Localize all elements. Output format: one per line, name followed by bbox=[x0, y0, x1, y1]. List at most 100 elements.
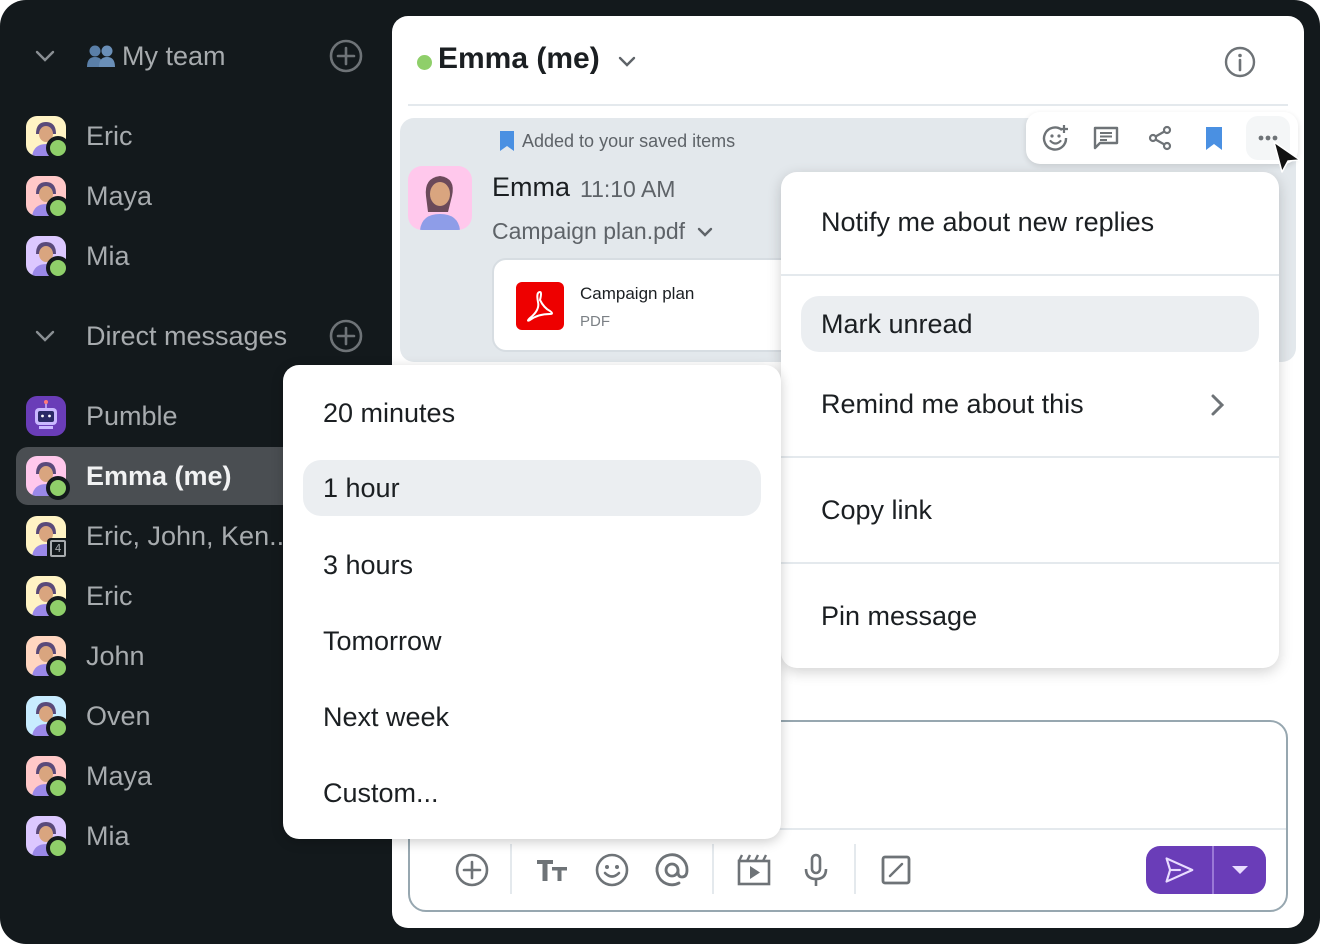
sidebar-item-label: Maya bbox=[86, 180, 153, 211]
file-label[interactable]: Campaign plan.pdf bbox=[492, 218, 715, 245]
saved-note: Added to your saved items bbox=[498, 130, 735, 152]
remind-option-custom[interactable]: Custom... bbox=[283, 765, 781, 821]
slash-command-button[interactable] bbox=[876, 850, 916, 890]
chevron-right-icon bbox=[1211, 394, 1225, 416]
add-circle-icon bbox=[455, 853, 489, 887]
section-my-team[interactable]: My team bbox=[0, 36, 392, 76]
saved-bookmark-button[interactable] bbox=[1196, 120, 1232, 156]
remind-option-3-hours[interactable]: 3 hours bbox=[283, 537, 781, 593]
avatar bbox=[26, 396, 66, 436]
bookmark-filled-icon bbox=[1206, 127, 1222, 150]
online-status-dot bbox=[46, 836, 70, 860]
share-icon bbox=[1148, 125, 1172, 151]
online-status-dot bbox=[46, 656, 70, 680]
online-status-dot bbox=[46, 716, 70, 740]
section-title: My team bbox=[86, 41, 226, 72]
remind-option-20-minutes[interactable]: 20 minutes bbox=[283, 385, 781, 441]
app-window: My team Eric Maya Mia Direct messages Pumb… bbox=[0, 0, 1320, 944]
sidebar-item-label: Eric bbox=[86, 120, 133, 151]
chevron-down-icon[interactable] bbox=[695, 224, 715, 240]
voice-message-button[interactable] bbox=[796, 850, 836, 890]
menu-item-copy-link[interactable]: Copy link bbox=[781, 482, 1279, 538]
text-format-icon bbox=[537, 860, 567, 881]
remind-submenu: 20 minutes 1 hour 3 hours Tomorrow Next … bbox=[283, 365, 781, 839]
video-clip-button[interactable] bbox=[734, 850, 774, 890]
remind-option-next-week[interactable]: Next week bbox=[283, 689, 781, 745]
add-reaction-icon bbox=[1042, 125, 1068, 151]
message-time: 11:10 AM bbox=[580, 176, 676, 202]
sidebar-item[interactable]: Maya bbox=[16, 167, 386, 225]
sidebar-item-label: Maya bbox=[86, 760, 153, 791]
menu-item-label: Notify me about new replies bbox=[821, 206, 1155, 237]
submenu-item-label: Tomorrow bbox=[323, 625, 442, 656]
people-emoji-icon bbox=[87, 45, 115, 67]
avatar[interactable] bbox=[408, 166, 472, 230]
reply-thread-button[interactable] bbox=[1088, 120, 1124, 156]
menu-item-remind-me[interactable]: Remind me about this bbox=[781, 376, 1279, 432]
submenu-item-label: Custom... bbox=[323, 777, 439, 808]
sidebar-item[interactable]: Mia bbox=[16, 227, 386, 285]
attach-button[interactable] bbox=[452, 850, 492, 890]
section-direct-messages[interactable]: Direct messages bbox=[0, 316, 392, 356]
send-button-group bbox=[1146, 846, 1266, 894]
add-circle-icon[interactable] bbox=[328, 318, 364, 354]
remind-option-1-hour[interactable]: 1 hour bbox=[303, 460, 761, 516]
sidebar-item-label: Pumble bbox=[86, 400, 178, 431]
text-format-button[interactable] bbox=[532, 850, 572, 890]
sidebar-item-label: Eric, John, Ken... bbox=[86, 520, 292, 551]
message-actions-toolbar bbox=[1026, 112, 1298, 164]
add-reaction-button[interactable] bbox=[1038, 120, 1074, 156]
menu-divider bbox=[781, 274, 1279, 276]
avatar-emma-icon bbox=[408, 166, 472, 230]
info-icon[interactable] bbox=[1223, 45, 1257, 79]
message-context-menu: Notify me about new replies Mark unread … bbox=[781, 172, 1279, 668]
send-button[interactable] bbox=[1146, 846, 1212, 894]
remind-option-tomorrow[interactable]: Tomorrow bbox=[283, 613, 781, 669]
mention-button[interactable] bbox=[652, 850, 692, 890]
menu-item-notify-replies[interactable]: Notify me about new replies bbox=[781, 194, 1279, 250]
video-clip-icon bbox=[737, 854, 771, 886]
message-author[interactable]: Emma bbox=[492, 172, 570, 203]
menu-divider bbox=[781, 456, 1279, 458]
submenu-item-label: Next week bbox=[323, 701, 450, 732]
group-count: 4 bbox=[50, 540, 66, 557]
caret-down-icon bbox=[1232, 866, 1248, 874]
toolbar-separator bbox=[854, 844, 856, 894]
online-status-dot bbox=[46, 596, 70, 620]
sidebar-item[interactable]: Eric bbox=[16, 107, 386, 165]
menu-divider bbox=[781, 562, 1279, 564]
sidebar-item-label: Mia bbox=[86, 240, 130, 271]
share-button[interactable] bbox=[1142, 120, 1178, 156]
submenu-item-label: 1 hour bbox=[323, 472, 400, 503]
file-type: PDF bbox=[580, 313, 610, 330]
online-status-dot bbox=[46, 136, 70, 160]
sidebar-item-label: John bbox=[86, 640, 145, 671]
microphone-icon bbox=[804, 853, 828, 886]
menu-item-pin-message[interactable]: Pin message bbox=[781, 588, 1279, 644]
chevron-down-icon[interactable] bbox=[34, 326, 56, 346]
send-icon bbox=[1165, 857, 1194, 883]
add-circle-icon[interactable] bbox=[328, 38, 364, 74]
comment-icon bbox=[1093, 126, 1119, 150]
send-options-button[interactable] bbox=[1214, 846, 1266, 894]
toolbar-separator bbox=[510, 844, 512, 894]
file-label-text: Campaign plan.pdf bbox=[492, 218, 686, 244]
menu-item-mark-unread[interactable]: Mark unread bbox=[801, 296, 1259, 352]
sidebar-item-label: Emma (me) bbox=[86, 460, 232, 491]
sidebar-item-label: Eric bbox=[86, 580, 133, 611]
online-status-dot bbox=[46, 776, 70, 800]
menu-item-label: Copy link bbox=[821, 494, 933, 525]
menu-item-label: Pin message bbox=[821, 600, 978, 631]
channel-title[interactable]: Emma (me) bbox=[438, 42, 600, 76]
channel-header: Emma (me) bbox=[392, 16, 1304, 106]
online-status-dot bbox=[417, 55, 432, 70]
chevron-down-icon[interactable] bbox=[34, 46, 56, 66]
toolbar-separator bbox=[712, 844, 714, 894]
section-title-text: Direct messages bbox=[86, 320, 288, 351]
header-divider bbox=[408, 104, 1288, 106]
online-status-dot bbox=[46, 256, 70, 280]
group-count-badge: 4 bbox=[47, 538, 69, 560]
chevron-down-icon[interactable] bbox=[615, 52, 639, 72]
emoji-button[interactable] bbox=[592, 850, 632, 890]
at-mention-icon bbox=[655, 853, 689, 887]
